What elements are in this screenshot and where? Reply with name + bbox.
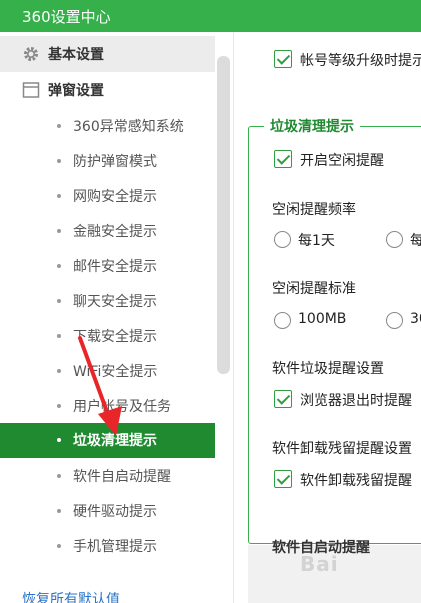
radio-label: 30: [410, 311, 421, 327]
sidebar: 基本设置 弹窗设置 360异常感知系统 防护弹窗模式 网购安全提示 金融安全提示…: [0, 32, 233, 603]
freq-option-daily[interactable]: 每1天: [274, 229, 374, 251]
window-icon: [22, 82, 40, 98]
junk-cleanup-legend: 垃圾清理提示: [264, 116, 360, 136]
radio-label: 100MB: [298, 311, 347, 327]
bullet-icon: [57, 159, 61, 163]
checkbox-label: 浏览器退出时提醒: [300, 393, 412, 409]
bullet-icon: [57, 438, 61, 442]
idle-frequency-label: 空闲提醒频率: [272, 202, 356, 218]
sidebar-item-label: 网购安全提示: [73, 189, 157, 205]
checkbox-checked-icon: [274, 150, 292, 168]
checkbox-checked-icon: [274, 50, 292, 68]
sidebar-item-download[interactable]: 下载安全提示: [0, 319, 215, 354]
bullet-icon: [57, 334, 61, 338]
sidebar-item-label: 聊天安全提示: [73, 294, 157, 310]
sidebar-group-label: 基本设置: [48, 47, 104, 63]
sidebar-item-label: 垃圾清理提示: [73, 433, 157, 449]
sidebar-item-label: 下载安全提示: [73, 329, 157, 345]
checkbox-label: 帐号等级升级时提示: [300, 53, 421, 69]
sidebar-item-label: 防护弹窗模式: [73, 154, 157, 170]
sidebar-scrollbar[interactable]: [217, 56, 230, 374]
bullet-icon: [57, 124, 61, 128]
sidebar-group-popup[interactable]: 弹窗设置: [0, 72, 215, 108]
bullet-icon: [57, 229, 61, 233]
sidebar-group-basic[interactable]: 基本设置: [0, 36, 215, 72]
radio-icon: [386, 231, 403, 248]
sidebar-item-wifi[interactable]: WiFi安全提示: [0, 354, 215, 389]
checkbox-checked-icon: [274, 390, 292, 408]
bullet-icon: [57, 194, 61, 198]
radio-label: 每: [410, 233, 421, 249]
bullet-icon: [57, 264, 61, 268]
sidebar-item-popup-mode[interactable]: 防护弹窗模式: [0, 144, 215, 179]
std-option-100mb[interactable]: 100MB: [274, 310, 374, 332]
title-bar: 360设置中心: [0, 0, 421, 32]
bullet-icon: [57, 299, 61, 303]
sidebar-item-chat[interactable]: 聊天安全提示: [0, 284, 215, 319]
checkbox-label: 开启空闲提醒: [300, 153, 384, 169]
radio-icon: [274, 312, 291, 329]
std-option-other[interactable]: 30: [386, 310, 421, 332]
sidebar-item-account[interactable]: 用户帐号及任务: [0, 389, 215, 424]
bullet-icon: [57, 474, 61, 478]
sidebar-item-anomaly[interactable]: 360异常感知系统: [0, 109, 215, 144]
radio-icon: [386, 312, 403, 329]
sidebar-item-junk-cleanup[interactable]: 垃圾清理提示: [0, 423, 215, 458]
freq-option-other[interactable]: 每: [386, 229, 421, 251]
watermark-logo: Bai: [300, 552, 339, 576]
window-title: 360设置中心: [22, 8, 111, 26]
checkbox-label: 软件卸载残留提醒: [300, 473, 412, 489]
software-junk-label: 软件垃圾提醒设置: [272, 361, 384, 377]
sidebar-item-finance[interactable]: 金融安全提示: [0, 214, 215, 249]
uninstall-residue-label: 软件卸载残留提醒设置: [272, 441, 412, 457]
radio-icon: [274, 231, 291, 248]
checkbox-checked-icon: [274, 470, 292, 488]
sidebar-item-label: 邮件安全提示: [73, 259, 157, 275]
sidebar-item-autostart[interactable]: 软件自启动提醒: [0, 459, 215, 494]
gear-icon: [24, 47, 38, 61]
sidebar-item-label: 用户帐号及任务: [73, 399, 171, 415]
sidebar-item-label: 软件自启动提醒: [73, 469, 171, 485]
bullet-icon: [57, 369, 61, 373]
sidebar-item-label: WiFi安全提示: [73, 364, 158, 380]
idle-standard-label: 空闲提醒标准: [272, 281, 356, 297]
bullet-icon: [57, 404, 61, 408]
sidebar-item-label: 手机管理提示: [73, 539, 157, 555]
sidebar-item-driver[interactable]: 硬件驱动提示: [0, 494, 215, 529]
restore-defaults-link[interactable]: 恢复所有默认值: [22, 589, 120, 603]
sidebar-item-mail[interactable]: 邮件安全提示: [0, 249, 215, 284]
sidebar-item-shopping[interactable]: 网购安全提示: [0, 179, 215, 214]
bullet-icon: [57, 544, 61, 548]
sidebar-item-label: 硬件驱动提示: [73, 504, 157, 520]
sidebar-item-label: 360异常感知系统: [73, 119, 184, 135]
sidebar-item-phone[interactable]: 手机管理提示: [0, 529, 215, 564]
settings-content: 帐号等级升级时提示 垃圾清理提示 开启空闲提醒 空闲提醒频率 每1天 每 空闲提…: [234, 32, 421, 603]
sidebar-group-label: 弹窗设置: [48, 83, 104, 99]
sidebar-item-label: 金融安全提示: [73, 224, 157, 240]
bullet-icon: [57, 509, 61, 513]
radio-label: 每1天: [298, 233, 335, 249]
